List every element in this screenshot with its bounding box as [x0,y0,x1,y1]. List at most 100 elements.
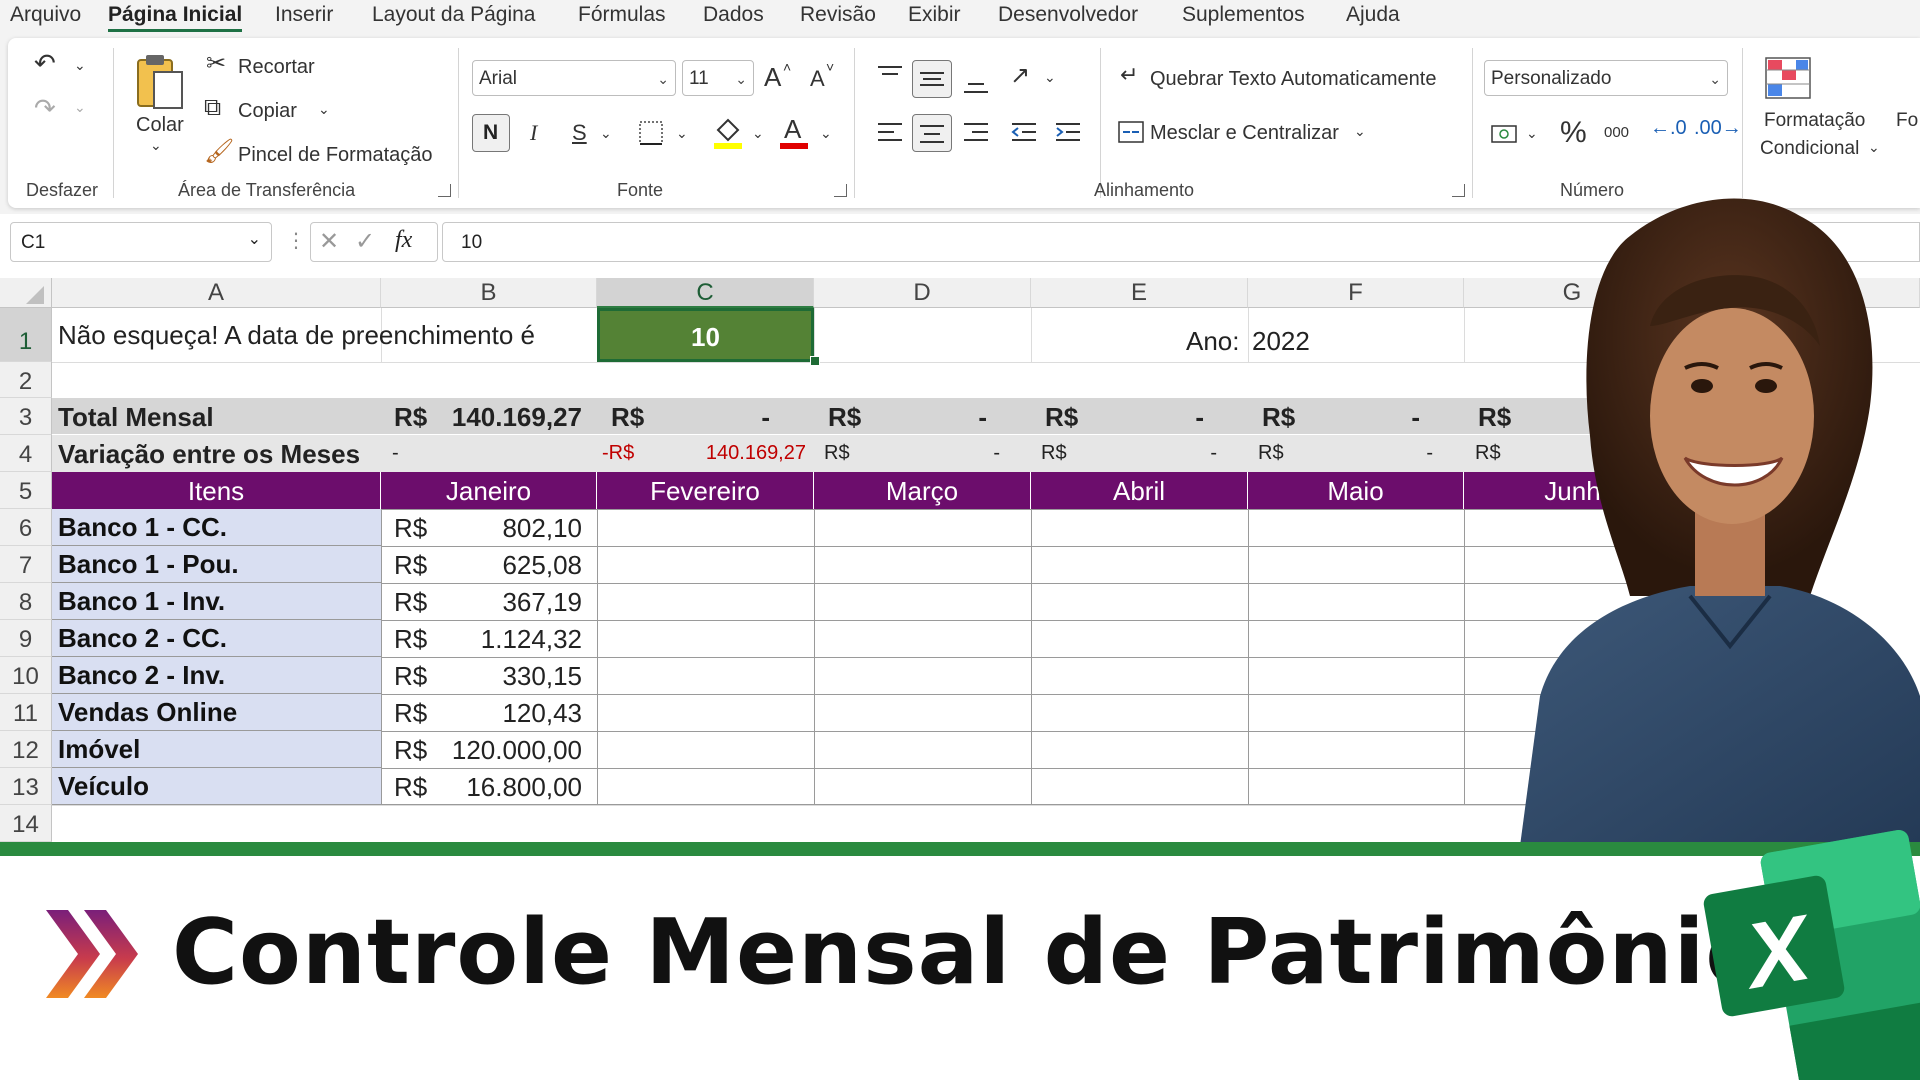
item-name[interactable]: Banco 2 - CC. [52,620,381,657]
accounting-format-icon[interactable] [1490,122,1520,146]
undo-dropdown-chevron-icon[interactable]: ⌄ [74,58,86,72]
jan-value[interactable]: 16.800,00 [440,772,582,803]
wrap-text-icon[interactable]: ↵ [1120,64,1138,86]
item-name[interactable]: Banco 2 - Inv. [52,657,381,694]
menu-layout-da-pagina[interactable]: Layout da Página [372,0,535,32]
total-feb-value[interactable]: - [740,402,770,433]
name-box[interactable]: C1 ⌄ [10,222,272,262]
align-middle-button[interactable] [912,60,952,98]
total-label[interactable]: Total Mensal [58,402,378,434]
align-top-icon[interactable] [876,64,904,86]
jan-value[interactable]: 625,08 [440,550,582,581]
copy-label[interactable]: Copiar [238,100,297,123]
conditional-formatting-chevron-icon[interactable]: ⌄ [1868,140,1880,154]
variation-mar-value[interactable]: - [980,442,1000,465]
format-painter-icon[interactable]: 🖌 [204,140,234,164]
jan-value[interactable]: 120,43 [440,698,582,729]
scissors-icon[interactable]: ✂ [206,52,226,76]
cut-label[interactable]: Recortar [238,56,315,79]
menu-ajuda[interactable]: Ajuda [1346,0,1400,32]
align-bottom-icon[interactable] [962,74,990,96]
select-all-button[interactable] [0,278,52,308]
row-header-10[interactable]: 10 [0,657,52,694]
column-header-a[interactable]: A [52,278,381,308]
menu-inserir[interactable]: Inserir [275,0,333,32]
jan-value[interactable]: 1.124,32 [440,624,582,655]
row-header-8[interactable]: 8 [0,583,52,620]
row-header-4[interactable]: 4 [0,435,52,472]
borders-dropdown-chevron-icon[interactable]: ⌄ [676,126,688,140]
column-header-b[interactable]: B [381,278,597,308]
total-may-value[interactable]: - [1390,402,1420,433]
align-center-button[interactable] [912,114,952,152]
year-label[interactable]: Ano: [1186,326,1256,362]
font-size-dropdown[interactable]: 11 ⌄ [682,60,754,96]
row-header-2[interactable]: 2 [0,362,52,398]
variation-jan-value[interactable]: - [392,442,399,465]
row-header-6[interactable]: 6 [0,509,52,546]
redo-icon[interactable]: ↷ [34,95,56,121]
paste-dropdown-chevron-icon[interactable]: ⌄ [150,138,162,152]
total-apr-value[interactable]: - [1174,402,1204,433]
formula-bar-grip-icon[interactable]: ⋮ [286,228,306,253]
jan-value[interactable]: 330,15 [440,661,582,692]
row-header-12[interactable]: 12 [0,731,52,768]
item-name[interactable]: Banco 1 - CC. [52,509,381,546]
cancel-icon[interactable]: ✕ [319,227,339,256]
name-box-chevron-icon[interactable]: ⌄ [248,229,261,249]
increase-indent-icon[interactable] [1054,120,1082,146]
paste-label[interactable]: Colar [136,114,184,137]
font-color-icon[interactable]: A [784,114,801,145]
variation-label[interactable]: Variação entre os Meses [58,439,380,471]
item-name[interactable]: Vendas Online [52,694,381,731]
orientation-icon[interactable]: ↗ [1010,64,1030,88]
format-painter-label[interactable]: Pincel de Formatação [238,144,433,167]
row-header-5[interactable]: 5 [0,472,52,509]
conditional-formatting-label-2[interactable]: Condicional [1760,138,1859,160]
jan-value[interactable]: 802,10 [440,513,582,544]
increase-font-icon[interactable]: A [764,62,781,93]
variation-feb-value[interactable]: 140.169,27 [660,442,806,465]
item-name[interactable]: Imóvel [52,731,381,768]
menu-formulas[interactable]: Fórmulas [578,0,666,32]
thousands-separator-button[interactable]: 000 [1604,124,1629,141]
clipboard-dialog-launcher-icon[interactable] [438,184,451,197]
align-right-icon[interactable] [962,120,990,146]
menu-dados[interactable]: Dados [703,0,764,32]
font-color-dropdown-chevron-icon[interactable]: ⌄ [820,126,832,140]
header-maio[interactable]: Maio [1248,472,1464,509]
merge-center-icon[interactable] [1118,120,1144,144]
redo-dropdown-chevron-icon[interactable]: ⌄ [74,100,86,114]
menu-desenvolvedor[interactable]: Desenvolvedor [998,0,1138,32]
decrease-decimal-icon[interactable]: .00→ [1694,118,1742,138]
header-fevereiro[interactable]: Fevereiro [597,472,814,509]
year-value[interactable]: 2022 [1252,326,1342,362]
conditional-formatting-icon[interactable] [1764,56,1812,100]
row-header-9[interactable]: 9 [0,620,52,657]
align-left-icon[interactable] [876,120,904,146]
fill-color-dropdown-chevron-icon[interactable]: ⌄ [752,126,764,140]
menu-revisao[interactable]: Revisão [800,0,876,32]
merge-dropdown-chevron-icon[interactable]: ⌄ [1354,124,1366,138]
column-header-d[interactable]: D [814,278,1031,308]
wrap-text-label[interactable]: Quebrar Texto Automaticamente [1150,68,1436,91]
increase-decimal-icon[interactable]: ←.0 [1650,118,1687,138]
font-dialog-launcher-icon[interactable] [834,184,847,197]
format-as-table-label-cut[interactable]: Fo [1896,110,1918,132]
row-header-7[interactable]: 7 [0,546,52,583]
header-itens[interactable]: Itens [52,472,381,509]
item-name[interactable]: Banco 1 - Pou. [52,546,381,583]
menu-arquivo[interactable]: Arquivo [10,0,81,32]
conditional-formatting-label-1[interactable]: Formatação [1764,110,1865,132]
menu-pagina-inicial[interactable]: Página Inicial [108,0,243,32]
header-marco[interactable]: Março [814,472,1031,509]
fill-handle[interactable] [810,356,820,366]
jan-value[interactable]: 367,19 [440,587,582,618]
italic-button[interactable]: I [530,120,537,146]
paste-icon[interactable] [134,52,188,112]
row-header-14[interactable]: 14 [0,805,52,842]
row-header-3[interactable]: 3 [0,398,52,435]
accounting-dropdown-chevron-icon[interactable]: ⌄ [1526,126,1538,140]
column-header-f[interactable]: F [1248,278,1464,308]
total-jan-value[interactable]: 140.169,27 [430,402,582,433]
